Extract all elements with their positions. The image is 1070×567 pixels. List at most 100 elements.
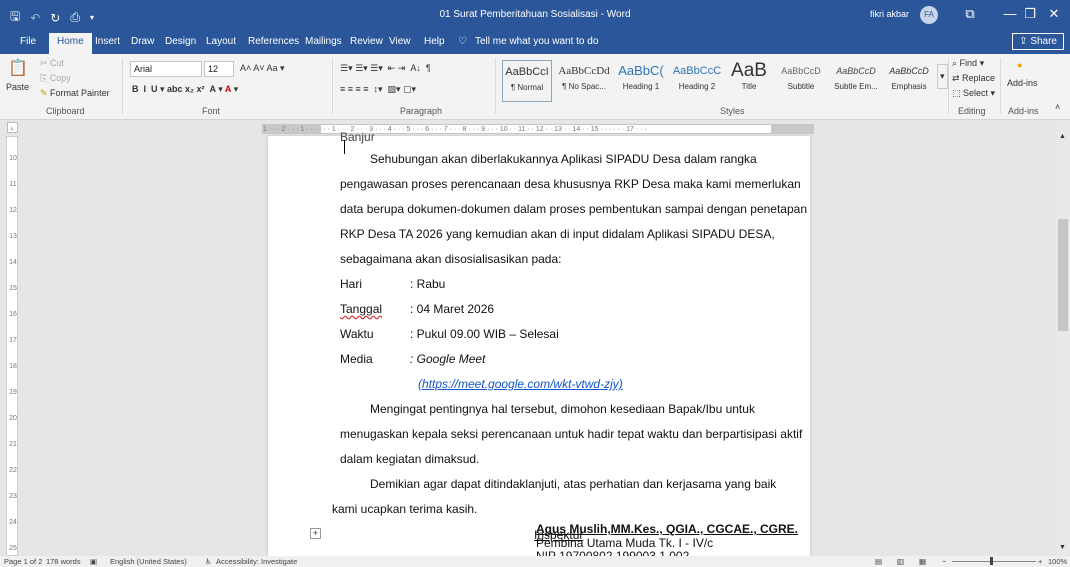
font-size-box[interactable]: 12 — [204, 61, 234, 77]
detail-label: Waktu — [340, 327, 374, 341]
text-cursor — [344, 140, 345, 154]
web-layout-icon[interactable]: ▦ — [919, 557, 926, 566]
vertical-scrollbar[interactable]: ▲ ▼ — [1056, 121, 1070, 556]
tab-help[interactable]: Help — [424, 36, 445, 47]
style-name: Heading 1 — [622, 82, 660, 91]
style-no-spacing[interactable]: AaBbCcDd ¶ No Spac... — [556, 60, 612, 102]
title-bar: 🖫 ↶ ↻ ⎙ ▾ 01 Surat Pemberitahuan Sosiali… — [0, 0, 1070, 30]
document-page[interactable]: Banjur Sehubungan akan diberlakukannya A… — [268, 130, 810, 557]
style-subtle-emphasis[interactable]: AaBbCcD Subtle Em... — [830, 60, 882, 102]
group-divider — [495, 58, 496, 114]
vruler-number: 22 — [9, 467, 17, 474]
style-heading-2[interactable]: AaBbCcC Heading 2 — [670, 60, 724, 102]
zoom-slider[interactable] — [952, 561, 1036, 562]
scroll-up-icon[interactable]: ▲ — [1059, 133, 1066, 140]
format-painter-label[interactable]: Format Painter — [50, 88, 110, 98]
style-normal[interactable]: AaBbCcI ¶ Normal — [502, 60, 552, 102]
tab-view[interactable]: View — [389, 36, 411, 47]
detail-value: : Rabu — [410, 277, 446, 291]
copy-button: ⎘ Copy — [40, 73, 71, 84]
accessibility-status[interactable]: Accessibility: Investigate — [216, 557, 297, 566]
vruler-number: 13 — [9, 233, 17, 240]
select-icon: ⬚ — [952, 88, 964, 98]
tab-review[interactable]: Review — [350, 36, 383, 47]
cut-label[interactable]: Cut — [50, 58, 64, 68]
user-name[interactable]: fikri akbar — [870, 9, 909, 19]
tab-design[interactable]: Design — [165, 36, 196, 47]
tab-selector-icon[interactable]: ⌞ — [7, 122, 18, 133]
page-count[interactable]: Page 1 of 2 — [4, 557, 42, 566]
read-mode-icon[interactable]: ▤ — [875, 557, 882, 566]
avatar[interactable]: FA — [920, 6, 938, 24]
replace-label[interactable]: Replace — [962, 73, 995, 83]
vruler-number: 15 — [9, 285, 17, 292]
scroll-thumb[interactable] — [1058, 219, 1068, 331]
tab-insert[interactable]: Insert — [95, 36, 120, 47]
zoom-slider-thumb[interactable] — [990, 557, 993, 565]
copy-icon: ⎘ — [40, 73, 50, 83]
print-layout-icon[interactable]: ▥ — [897, 557, 904, 566]
document-title: 01 Surat Pemberitahuan Sosialisasi - Wor… — [439, 9, 631, 20]
ribbon-home: 📋 Paste ✂ Cut ⎘ Copy ✎ Format Painter Cl… — [0, 54, 1070, 120]
grow-font-icon[interactable]: A˄ A˅ Aa ▾ — [240, 63, 285, 74]
styles-more-icon[interactable]: ▾ — [937, 64, 948, 89]
vruler-number: 24 — [9, 519, 17, 526]
paragraph-3-line: kami ucapkan terima kasih. — [332, 502, 478, 516]
font-color-icon[interactable]: A — [225, 84, 231, 94]
word-count[interactable]: 178 words — [46, 557, 81, 566]
meet-link[interactable]: (https://meet.google.com/wkt-vtwd-zjy) — [418, 377, 623, 391]
share-icon: ⇪ — [1019, 36, 1031, 47]
tell-me-search[interactable]: Tell me what you want to do — [475, 36, 598, 47]
copy-label[interactable]: Copy — [50, 73, 71, 83]
tab-mailings[interactable]: Mailings — [305, 36, 342, 47]
list-icons[interactable]: ☰▾ ☰▾ ☰▾ ⇤ ⇥ A↓ ¶ — [340, 63, 431, 74]
scroll-down-icon[interactable]: ▼ — [1059, 544, 1066, 551]
style-preview: AaBbCcC — [672, 65, 722, 77]
tab-references[interactable]: References — [248, 36, 299, 47]
table-move-handle-icon[interactable]: + — [310, 528, 321, 539]
font-name-box[interactable]: Arial — [130, 61, 202, 77]
select-label[interactable]: Select — [963, 88, 988, 98]
align-icons[interactable]: ≡ ≡ ≡ ≡ ↕▾ ▨▾ ▢▾ — [340, 84, 416, 95]
group-divider — [122, 58, 123, 114]
tab-home[interactable]: Home — [49, 33, 92, 54]
zoom-out-icon[interactable]: − — [942, 557, 946, 566]
proofing-icon[interactable]: ▣ — [90, 557, 97, 566]
group-divider — [948, 58, 949, 114]
paragraph-2-line: Mengingat pentingnya hal tersebut, dimoh… — [370, 402, 755, 416]
tab-draw[interactable]: Draw — [131, 36, 154, 47]
zoom-level[interactable]: 100% — [1048, 557, 1067, 566]
font-group-label: Font — [202, 106, 221, 116]
accessibility-icon: ♿ — [205, 557, 212, 566]
style-name: Subtitle — [787, 82, 815, 91]
zoom-in-icon[interactable]: + — [1038, 557, 1042, 566]
language-status[interactable]: English (United States) — [110, 557, 187, 566]
add-ins-button[interactable]: Add-ins — [1007, 78, 1038, 88]
vruler-number: 12 — [9, 207, 17, 214]
tab-file[interactable]: File — [20, 36, 36, 47]
style-preview: AaBbCcD — [836, 66, 876, 76]
detail-value: : Pukul 09.00 WIB – Selesai — [410, 327, 559, 341]
paste-icon[interactable]: 📋 — [8, 58, 28, 78]
style-title[interactable]: AaB Title — [726, 60, 772, 102]
collapse-ribbon-icon[interactable]: ˄ — [1055, 102, 1060, 112]
vruler-number: 21 — [9, 441, 17, 448]
style-emphasis[interactable]: AaBbCcD Emphasis — [884, 60, 934, 102]
style-name: Subtle Em... — [834, 82, 878, 91]
vruler-number: 20 — [9, 415, 17, 422]
style-subtitle[interactable]: AaBbCcD Subtitle — [774, 60, 828, 102]
cut-off-line: Banjur — [340, 130, 375, 144]
add-ins-group-label: Add-ins — [1008, 106, 1039, 116]
paste-button[interactable]: Paste — [6, 82, 29, 92]
styles-group-label: Styles — [720, 106, 745, 116]
vruler-number: 18 — [9, 363, 17, 370]
tab-layout[interactable]: Layout — [206, 36, 236, 47]
close-icon[interactable]: ✕ — [1034, 0, 1070, 30]
find-label[interactable]: Find — [960, 58, 978, 68]
ribbon-display-icon[interactable]: ⧉ — [950, 0, 990, 30]
share-button[interactable]: ⇪ Share — [1012, 33, 1064, 50]
font-format-icons[interactable]: B I U ▾ abc x₂ x² A ▾ A ▾ — [132, 84, 238, 95]
style-preview: AaB — [731, 60, 767, 81]
style-heading-1[interactable]: AaBbC(Heading 1 — [614, 60, 668, 102]
vruler-number: 16 — [9, 311, 17, 318]
